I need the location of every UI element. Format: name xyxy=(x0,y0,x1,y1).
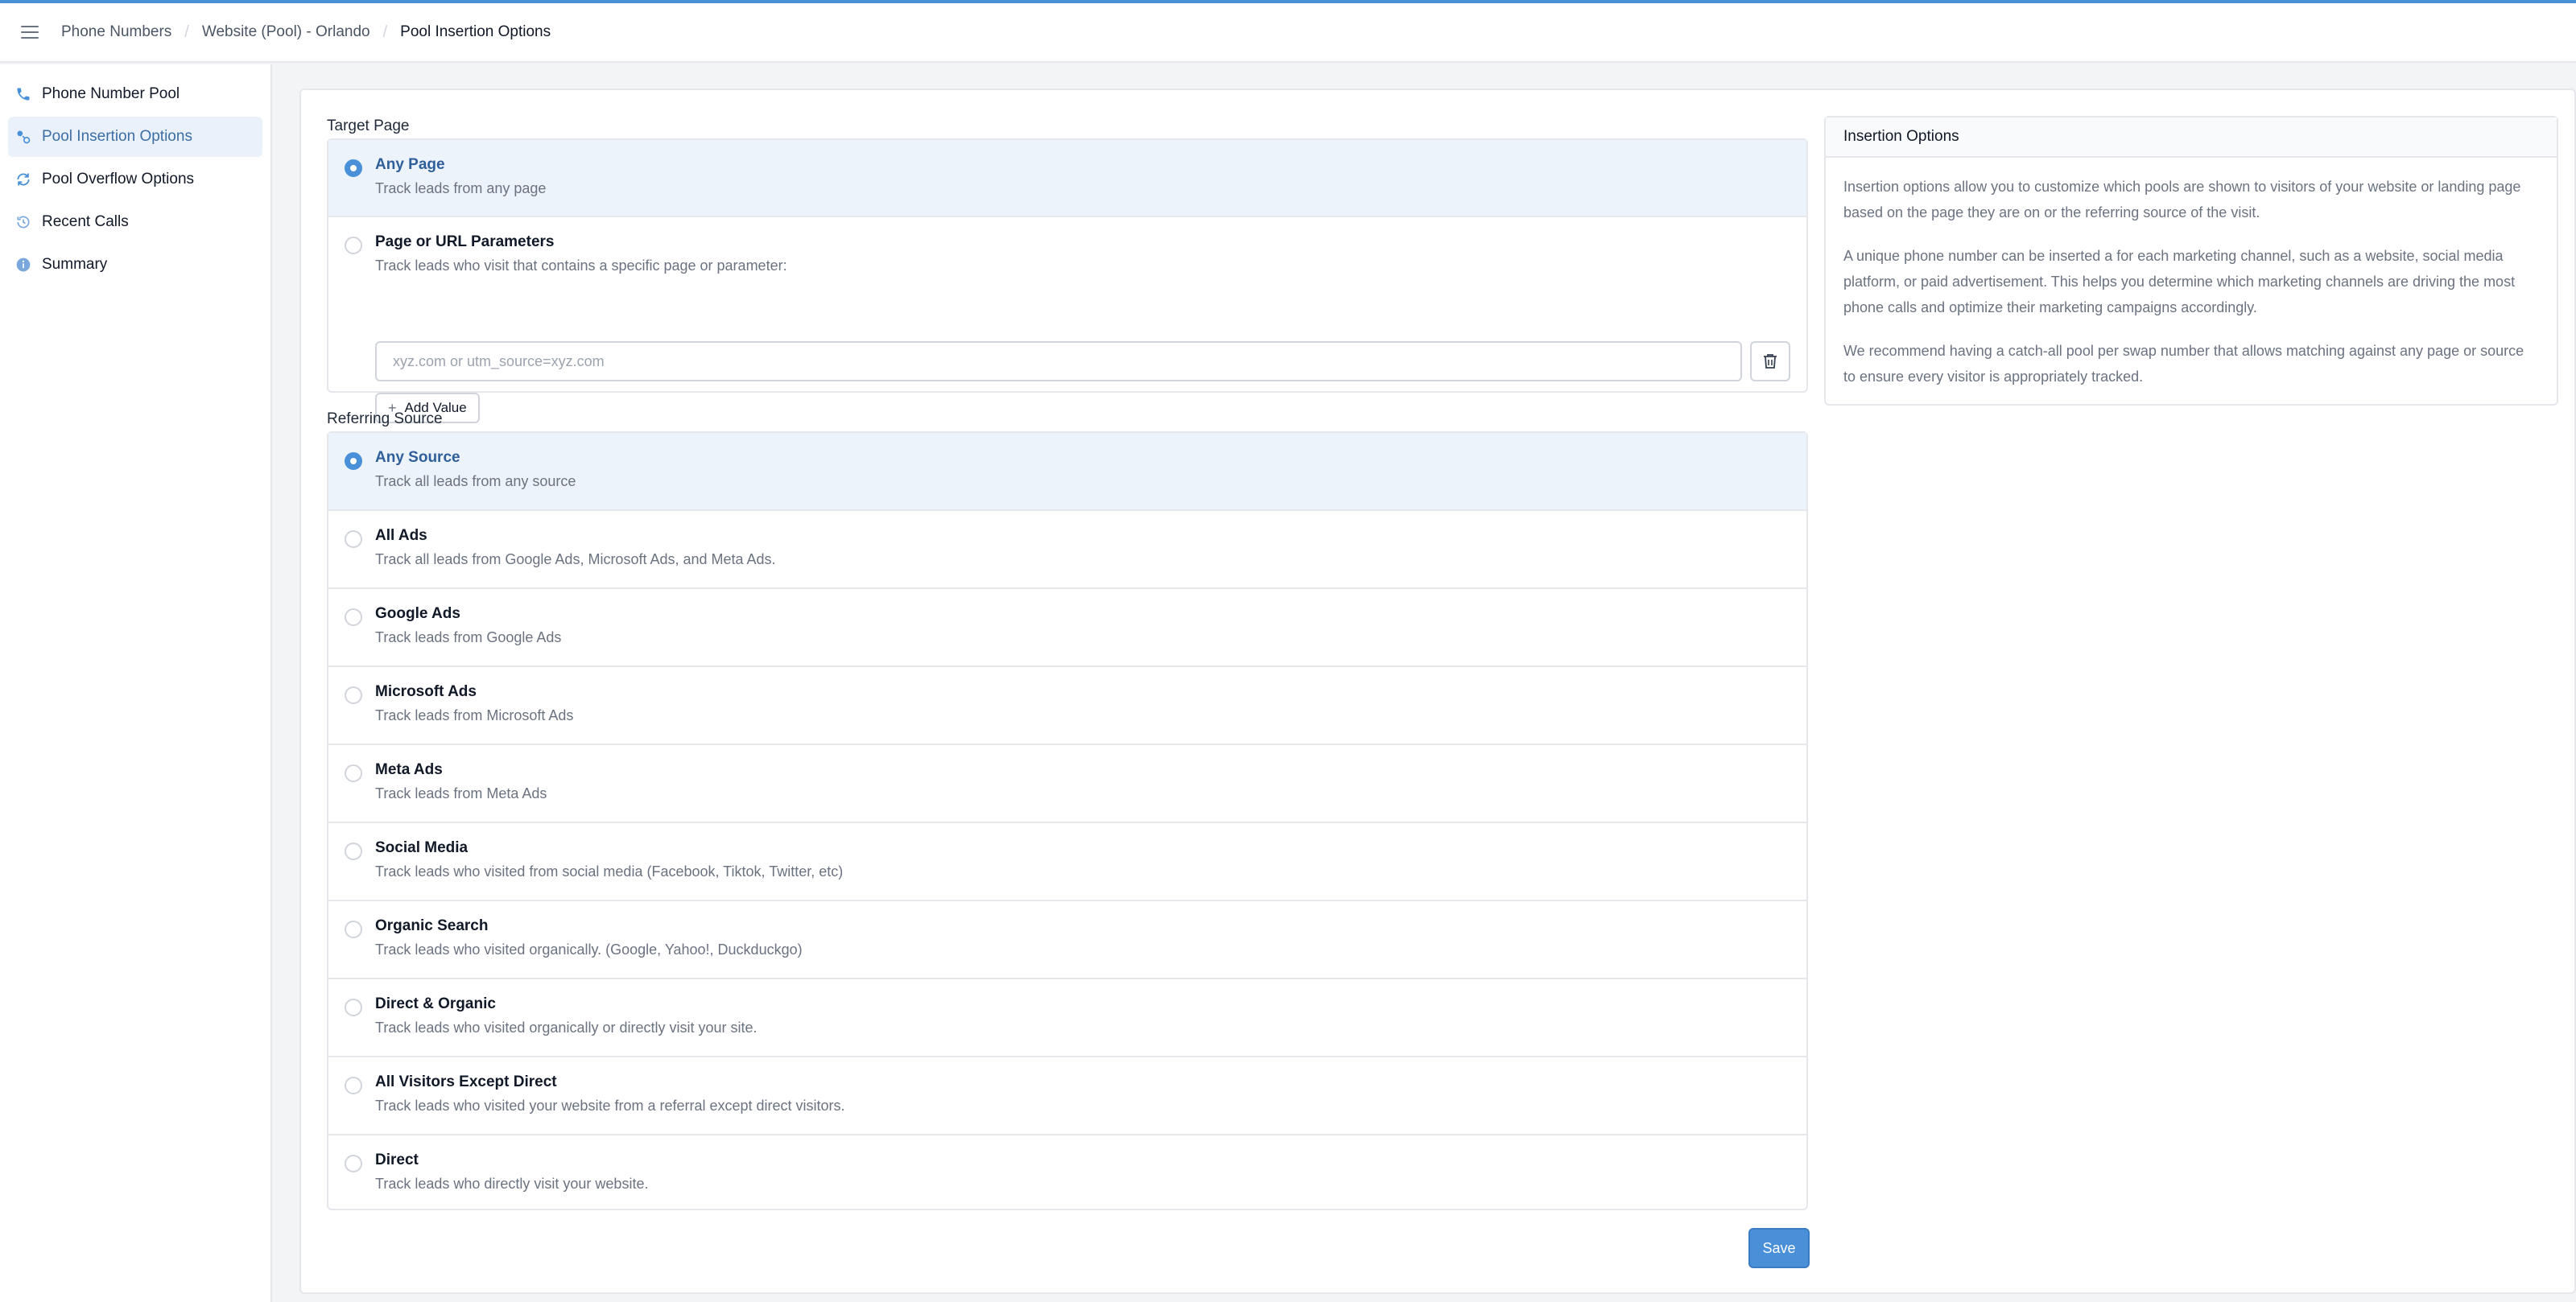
insertion-icon xyxy=(14,128,32,146)
option-direct[interactable]: Direct Track leads who directly visit yo… xyxy=(328,1135,1806,1210)
option-title: All Visitors Except Direct xyxy=(375,1073,557,1090)
info-paragraph: Insertion options allow you to customize… xyxy=(1843,179,2521,220)
radio-button[interactable] xyxy=(345,452,362,470)
radio-button[interactable] xyxy=(345,686,362,704)
option-description: Track leads who visit that contains a sp… xyxy=(375,258,787,274)
sidebar-item-recent-calls[interactable]: Recent Calls xyxy=(8,202,262,242)
history-icon xyxy=(14,213,32,231)
insertion-options-info-card: Insertion Options Insertion options allo… xyxy=(1824,116,2558,406)
option-any-page[interactable]: Any Page Track leads from any page xyxy=(328,140,1806,217)
option-title: Social Media xyxy=(375,839,469,856)
radio-button[interactable] xyxy=(345,999,362,1016)
option-all-visitors-except-direct[interactable]: All Visitors Except Direct Track leads w… xyxy=(328,1057,1806,1135)
target-page-label: Target Page xyxy=(327,117,410,134)
option-title: Meta Ads xyxy=(375,761,443,778)
top-bar: Phone Numbers / Website (Pool) - Orlando… xyxy=(0,3,2576,63)
option-description: Track leads who visited organically. (Go… xyxy=(375,941,803,958)
sidebar-item-pool-overflow-options[interactable]: Pool Overflow Options xyxy=(8,159,262,200)
main-content-card: Target Page Any Page Track leads from an… xyxy=(299,89,2576,1294)
sidebar-item-label: Summary xyxy=(42,256,108,273)
option-description: Track leads who visited organically or d… xyxy=(375,1020,758,1036)
info-paragraph: A unique phone number can be inserted a … xyxy=(1843,248,2516,315)
breadcrumb-pool[interactable]: Website (Pool) - Orlando xyxy=(202,23,370,41)
sidebar-item-label: Recent Calls xyxy=(42,213,129,230)
referring-source-label: Referring Source xyxy=(327,410,443,427)
option-description: Track leads from any page xyxy=(375,180,547,196)
radio-button[interactable] xyxy=(345,764,362,782)
referring-source-options: Any Source Track all leads from any sour… xyxy=(327,431,1808,1210)
option-description: Track leads from Meta Ads xyxy=(375,785,547,801)
option-title: Page or URL Parameters xyxy=(375,233,555,250)
save-button[interactable]: Save xyxy=(1748,1228,1810,1268)
sidebar-item-phone-number-pool[interactable]: Phone Number Pool xyxy=(8,74,262,114)
option-google-ads[interactable]: Google Ads Track leads from Google Ads xyxy=(328,589,1806,667)
trash-icon[interactable] xyxy=(1750,341,1790,381)
url-parameter-input[interactable] xyxy=(375,341,1742,381)
breadcrumb-phone-numbers[interactable]: Phone Numbers xyxy=(61,23,171,41)
option-description: Track leads from Google Ads xyxy=(375,629,562,645)
phone-icon xyxy=(14,85,32,103)
option-title: Any Page xyxy=(375,156,445,173)
option-description: Track leads who visited from social medi… xyxy=(375,863,844,880)
option-meta-ads[interactable]: Meta Ads Track leads from Meta Ads xyxy=(328,745,1806,823)
sidebar: Phone Number Pool Pool Insertion Options… xyxy=(0,64,272,1302)
option-description: Track leads from Microsoft Ads xyxy=(375,707,574,723)
sidebar-item-label: Phone Number Pool xyxy=(42,85,180,102)
radio-button[interactable] xyxy=(345,530,362,548)
refresh-icon xyxy=(14,171,32,188)
option-description: Track leads who visited your website fro… xyxy=(375,1098,845,1114)
breadcrumb-current: Pool Insertion Options xyxy=(400,23,551,40)
option-organic-search[interactable]: Organic Search Track leads who visited o… xyxy=(328,901,1806,979)
info-card-title: Insertion Options xyxy=(1826,117,2557,158)
sidebar-item-label: Pool Insertion Options xyxy=(42,128,192,145)
info-card-body: Insertion options allow you to customize… xyxy=(1826,158,2557,389)
option-title: Direct & Organic xyxy=(375,995,496,1012)
sidebar-item-summary[interactable]: Summary xyxy=(8,245,262,285)
radio-button[interactable] xyxy=(345,843,362,860)
sidebar-item-label: Pool Overflow Options xyxy=(42,171,195,187)
option-any-source[interactable]: Any Source Track all leads from any sour… xyxy=(328,433,1806,511)
option-microsoft-ads[interactable]: Microsoft Ads Track leads from Microsoft… xyxy=(328,667,1806,745)
option-title: All Ads xyxy=(375,527,427,544)
option-title: Organic Search xyxy=(375,917,489,934)
target-page-options: Any Page Track leads from any page Page … xyxy=(327,138,1808,423)
breadcrumb-separator: / xyxy=(184,23,189,41)
option-description: Track all leads from any source xyxy=(375,473,576,489)
option-title: Any Source xyxy=(375,449,460,466)
radio-button[interactable] xyxy=(345,1077,362,1094)
radio-button[interactable] xyxy=(345,237,362,254)
url-value-row xyxy=(375,341,1790,381)
sidebar-item-pool-insertion-options[interactable]: Pool Insertion Options xyxy=(8,117,262,157)
option-description: Track leads who directly visit your webs… xyxy=(375,1176,649,1192)
option-all-ads[interactable]: All Ads Track all leads from Google Ads,… xyxy=(328,511,1806,589)
option-description: Track all leads from Google Ads, Microso… xyxy=(375,551,776,567)
info-paragraph: We recommend having a catch-all pool per… xyxy=(1843,343,2524,385)
radio-button[interactable] xyxy=(345,159,362,177)
radio-button[interactable] xyxy=(345,1155,362,1172)
option-title: Direct xyxy=(375,1152,419,1168)
option-title: Google Ads xyxy=(375,605,460,622)
info-icon xyxy=(14,256,32,274)
breadcrumb: Phone Numbers / Website (Pool) - Orlando… xyxy=(61,23,551,42)
option-title: Microsoft Ads xyxy=(375,683,477,700)
hamburger-menu-icon[interactable] xyxy=(21,26,39,39)
option-direct-and-organic[interactable]: Direct & Organic Track leads who visited… xyxy=(328,979,1806,1057)
radio-button[interactable] xyxy=(345,921,362,938)
option-social-media[interactable]: Social Media Track leads who visited fro… xyxy=(328,823,1806,901)
breadcrumb-separator: / xyxy=(382,23,388,41)
radio-button[interactable] xyxy=(345,608,362,626)
